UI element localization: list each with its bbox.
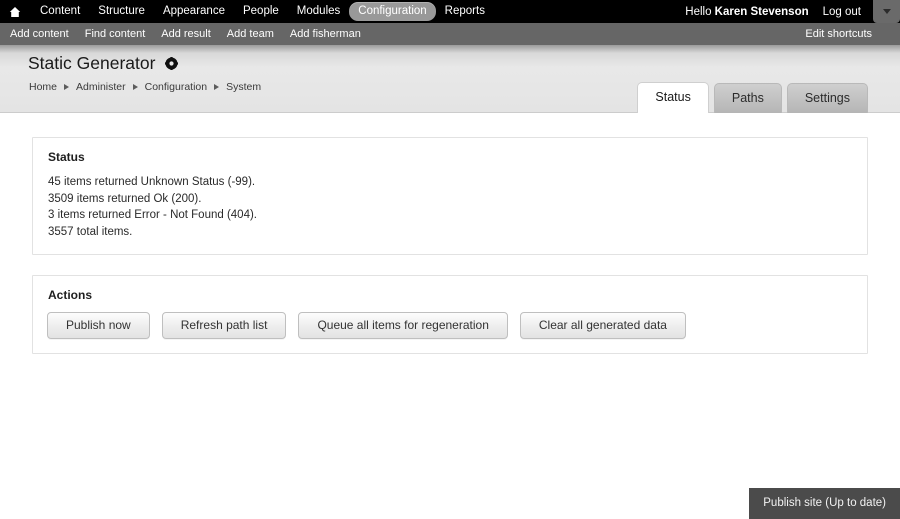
status-lines: 45 items returned Unknown Status (-99). …	[48, 174, 853, 240]
shortcut-add-team[interactable]: Add team	[227, 28, 274, 40]
breadcrumb: Home Administer Configuration System	[29, 81, 261, 93]
publish-now-button[interactable]: Publish now	[47, 312, 150, 339]
tab-status[interactable]: Status	[637, 82, 709, 113]
actions-panel-title: Actions	[48, 288, 93, 302]
status-panel: Status 45 items returned Unknown Status …	[32, 137, 868, 255]
tab-bar: Status Paths Settings	[632, 82, 868, 113]
page-header: Static Generator Home Administer Configu…	[0, 45, 900, 113]
breadcrumb-item-configuration[interactable]: Configuration	[145, 81, 207, 93]
toolbar-dropdown-button[interactable]	[873, 0, 900, 23]
actions-button-row: Publish now Refresh path list Queue all …	[47, 312, 853, 339]
tab-paths[interactable]: Paths	[713, 83, 782, 113]
main-content: Status 45 items returned Unknown Status …	[0, 113, 900, 354]
shortcut-add-result[interactable]: Add result	[161, 28, 211, 40]
toolbar-item-reports[interactable]: Reports	[436, 2, 494, 21]
status-line-ok: 3509 items returned Ok (200).	[48, 192, 202, 205]
status-panel-title: Status	[48, 150, 85, 164]
breadcrumb-separator-icon	[214, 84, 220, 90]
toolbar-item-modules[interactable]: Modules	[288, 2, 349, 21]
page-title-text: Static Generator	[28, 53, 156, 73]
toolbar-nav: Content Structure Appearance People Modu…	[0, 2, 494, 21]
user-greeting: Hello Karen Stevenson	[685, 6, 818, 18]
actions-panel: Actions Publish now Refresh path list Qu…	[32, 275, 868, 354]
shortcut-add-content[interactable]: Add content	[10, 28, 69, 40]
greeting-prefix: Hello	[685, 5, 715, 18]
breadcrumb-item-home[interactable]: Home	[29, 81, 57, 93]
tab-settings[interactable]: Settings	[786, 83, 868, 113]
breadcrumb-item-administer[interactable]: Administer	[76, 81, 126, 93]
toolbar-item-appearance[interactable]: Appearance	[154, 2, 234, 21]
publish-status-bar[interactable]: Publish site (Up to date)	[749, 488, 900, 519]
refresh-path-list-button[interactable]: Refresh path list	[161, 312, 287, 339]
user-name: Karen Stevenson	[714, 5, 809, 18]
toolbar-item-configuration[interactable]: Configuration	[349, 2, 436, 21]
shortcut-add-fisherman[interactable]: Add fisherman	[290, 28, 361, 40]
page-title: Static Generator	[28, 53, 179, 74]
gear-icon[interactable]	[165, 57, 179, 70]
toolbar-item-content[interactable]: Content	[31, 2, 89, 21]
logout-link[interactable]: Log out	[819, 6, 873, 18]
breadcrumb-separator-icon	[64, 84, 70, 90]
status-line-unknown: 45 items returned Unknown Status (-99).	[48, 176, 256, 188]
breadcrumb-item-system[interactable]: System	[226, 81, 261, 93]
shortcut-find-content[interactable]: Find content	[85, 28, 146, 40]
status-line-total: 3557 total items.	[48, 225, 133, 238]
clear-generated-data-button[interactable]: Clear all generated data	[519, 312, 686, 339]
toolbar-user-area: Hello Karen Stevenson Log out	[685, 0, 900, 23]
toolbar-item-structure[interactable]: Structure	[89, 2, 154, 21]
chevron-down-icon	[882, 9, 891, 14]
page-root: Content Structure Appearance People Modu…	[0, 0, 900, 519]
shortcut-bar: Add content Find content Add result Add …	[0, 23, 900, 45]
edit-shortcuts-link[interactable]: Edit shortcuts	[805, 28, 884, 40]
home-icon[interactable]	[8, 5, 22, 19]
queue-all-items-button[interactable]: Queue all items for regeneration	[298, 312, 508, 339]
breadcrumb-separator-icon	[132, 84, 138, 90]
status-line-error: 3 items returned Error - Not Found (404)…	[48, 209, 257, 221]
toolbar-item-people[interactable]: People	[234, 2, 288, 21]
admin-toolbar: Content Structure Appearance People Modu…	[0, 0, 900, 23]
